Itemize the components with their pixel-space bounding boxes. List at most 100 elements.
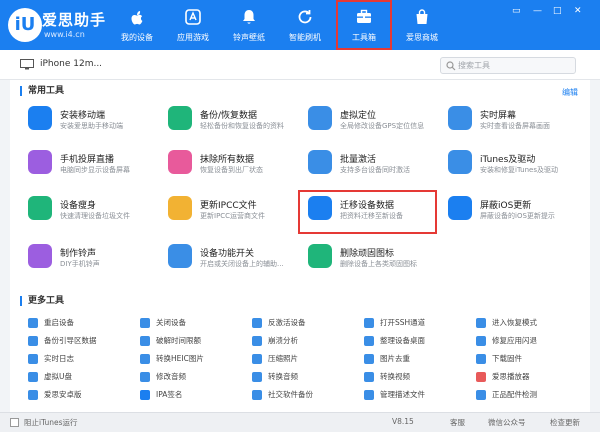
block-itunes-label: 阻止iTunes运行 [24, 418, 78, 427]
more-tool-label: 破解时间限额 [156, 336, 201, 345]
tool-7[interactable]: 批量激活 支持多台设备同时激活 [300, 146, 435, 186]
more-tool-24[interactable]: 管理描述文件 [362, 388, 472, 402]
edit-link[interactable]: 编辑 [562, 87, 578, 98]
skin-button[interactable]: ▭ [512, 6, 521, 16]
tool-title: 批量激活 [340, 155, 377, 165]
tool-title: 删除顽固图标 [340, 249, 395, 259]
tool-5[interactable]: 手机投屏直播 电脑同步显示设备屏幕 [20, 146, 155, 186]
minimize-button[interactable]: — [533, 6, 542, 16]
nav-my-device[interactable]: 我的设备 [109, 0, 165, 50]
tool-1[interactable]: 安装移动端 安装爱思助手移动端 [20, 102, 155, 142]
tool-6[interactable]: 抹除所有数据 恢复设备到出厂状态 [160, 146, 295, 186]
more-tool-label: 虚拟U盘 [44, 372, 72, 381]
tool-12[interactable]: 屏蔽iOS更新 屏蔽设备的iOS更新提示 [440, 192, 575, 232]
more-tool-10[interactable]: 修复应用闪退 [474, 334, 584, 348]
crash-chart-icon [252, 336, 262, 346]
more-tool-7[interactable]: 破解时间限额 [138, 334, 248, 348]
more-tool-16[interactable]: 虚拟U盘 [26, 370, 136, 384]
block-itunes-checkbox[interactable] [10, 418, 19, 427]
nav-shop[interactable]: 爱思商城 [394, 0, 450, 50]
more-tool-5[interactable]: 进入恢复模式 [474, 316, 584, 330]
search-box[interactable] [440, 57, 576, 74]
tool-title: 安装移动端 [60, 111, 106, 121]
music-note-icon [448, 150, 472, 174]
player-icon [476, 372, 486, 382]
section-title-common: 常用工具 [20, 86, 64, 96]
more-tool-15[interactable]: 下载固件 [474, 352, 584, 366]
backup-boot-icon [28, 336, 38, 346]
more-tool-17[interactable]: 修改音频 [138, 370, 248, 384]
tool-title: 迁移设备数据 [340, 201, 395, 211]
wechat-link[interactable]: 微信公众号 [488, 417, 526, 428]
more-tool-label: IPA签名 [156, 390, 183, 399]
more-tool-label: 社交软件备份 [268, 390, 313, 399]
tool-2[interactable]: 备份/恢复数据 轻松备份和恢复设备的资料 [160, 102, 295, 142]
version-label: V8.15 [392, 417, 414, 426]
check-update-link[interactable]: 检查更新 [550, 417, 580, 428]
app-brand: 爱思助手 [42, 11, 107, 29]
more-tool-label: 转换HEIC图片 [156, 354, 204, 363]
tool-3[interactable]: 虚拟定位 全局修改设备GPS定位信息 [300, 102, 435, 142]
more-tool-label: 修改音频 [156, 372, 186, 381]
feedback-link[interactable]: 客服 [450, 417, 465, 428]
grid-icon [364, 336, 374, 346]
more-tool-label: 进入恢复模式 [492, 318, 537, 327]
device-selector[interactable]: iPhone 12m... [40, 59, 102, 69]
more-tool-4[interactable]: 打开SSH通道 [362, 316, 472, 330]
video-convert-icon [364, 372, 374, 382]
tool-desc: 删除设备上各类顽固图标 [340, 260, 417, 268]
more-tool-9[interactable]: 整理设备桌面 [362, 334, 472, 348]
map-pin-icon [308, 106, 332, 130]
device-toolbar: iPhone 12m... [0, 50, 600, 80]
more-tool-label: 反激活设备 [268, 318, 306, 327]
more-tool-label: 崩溃分析 [268, 336, 298, 345]
tool-4[interactable]: 实时屏幕 实时查看设备屏幕画面 [440, 102, 575, 142]
tool-10[interactable]: 更新IPCC文件 更新IPCC运营商文件 [160, 192, 295, 232]
refresh-icon [298, 10, 312, 24]
timer-icon [140, 336, 150, 346]
i4-app-icon [28, 106, 52, 130]
search-input[interactable] [458, 59, 568, 72]
more-tool-11[interactable]: 实时日志 [26, 352, 136, 366]
more-tool-25[interactable]: 正品配件检测 [474, 388, 584, 402]
more-tool-2[interactable]: 关闭设备 [138, 316, 248, 330]
tool-title: 手机投屏直播 [60, 155, 115, 165]
more-tool-20[interactable]: 爱思播放器 [474, 370, 584, 384]
more-tool-13[interactable]: 压缩照片 [250, 352, 360, 366]
status-bar: 阻止iTunes运行 V8.15 客服 微信公众号 检查更新 [0, 412, 600, 432]
more-tool-label: 修复应用闪退 [492, 336, 537, 345]
nav-ringtones[interactable]: 铃声壁纸 [221, 0, 277, 50]
more-tool-21[interactable]: 爱思安卓版 [26, 388, 136, 402]
more-tool-18[interactable]: 转换音频 [250, 370, 360, 384]
nav-apps[interactable]: 应用游戏 [165, 0, 221, 50]
more-tool-19[interactable]: 转换视频 [362, 370, 472, 384]
more-tool-label: 备份引导区数据 [44, 336, 97, 345]
tool-15[interactable]: 删除顽固图标 删除设备上各类顽固图标 [300, 240, 435, 280]
audio-convert-icon [252, 372, 262, 382]
more-tool-8[interactable]: 崩溃分析 [250, 334, 360, 348]
tool-14[interactable]: 设备功能开关 开启或关闭设备上的辅助... [160, 240, 295, 280]
more-tool-12[interactable]: 转换HEIC图片 [138, 352, 248, 366]
nav-flash[interactable]: 智能刷机 [277, 0, 333, 50]
tool-11[interactable]: 迁移设备数据 把资料迁移至新设备 [298, 190, 437, 234]
more-tool-14[interactable]: 图片去重 [362, 352, 472, 366]
tool-9[interactable]: 设备瘦身 快速清理设备垃圾文件 [20, 192, 155, 232]
tool-title: iTunes及驱动 [480, 155, 536, 165]
more-tool-3[interactable]: 反激活设备 [250, 316, 360, 330]
more-tool-label: 整理设备桌面 [380, 336, 425, 345]
more-tool-22[interactable]: IPA签名 [138, 388, 248, 402]
more-tool-label: 转换音频 [268, 372, 298, 381]
close-button[interactable]: ✕ [574, 6, 582, 16]
tool-desc: 把资料迁移至新设备 [340, 212, 403, 220]
tool-13[interactable]: 制作铃声 DIY手机铃声 [20, 240, 155, 280]
nav-toolbox[interactable]: 工具箱 [336, 0, 392, 50]
maximize-button[interactable]: □ [553, 6, 562, 16]
more-tool-1[interactable]: 重启设备 [26, 316, 136, 330]
more-tool-label: 爱思安卓版 [44, 390, 82, 399]
tool-title: 设备瘦身 [60, 201, 97, 211]
tool-8[interactable]: iTunes及驱动 安装和修复iTunes及驱动 [440, 146, 575, 186]
inbox-icon [308, 150, 332, 174]
cast-icon [28, 150, 52, 174]
more-tool-6[interactable]: 备份引导区数据 [26, 334, 136, 348]
more-tool-23[interactable]: 社交软件备份 [250, 388, 360, 402]
